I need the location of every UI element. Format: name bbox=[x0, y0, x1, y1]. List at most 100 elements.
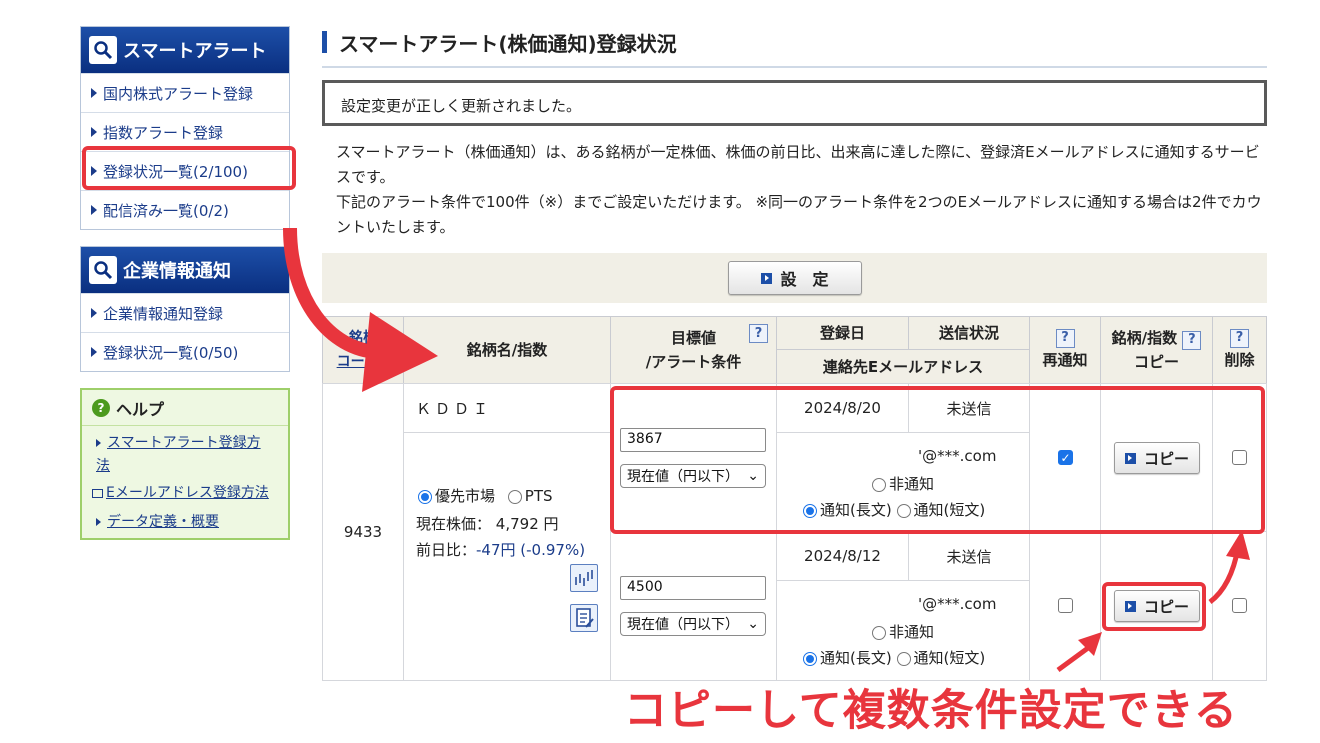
col-header-send-status: 送信状況 bbox=[908, 316, 1030, 350]
title-accent-bar bbox=[322, 31, 327, 53]
row2-condition-value: 現在値（円以下） bbox=[627, 617, 739, 633]
triangle-right-icon bbox=[91, 88, 97, 98]
sidebar-item-label: 登録状況一覧(0/50) bbox=[103, 343, 239, 362]
memo-icon[interactable] bbox=[570, 604, 598, 632]
smart-alert-header[interactable]: スマートアラート bbox=[81, 27, 289, 73]
help-delete-icon[interactable]: ? bbox=[1230, 328, 1249, 348]
radio-pts[interactable] bbox=[507, 489, 522, 504]
current-price-value: 4,792 円 bbox=[495, 515, 559, 533]
help-link-smart-alert[interactable]: スマートアラート登録方法 bbox=[82, 432, 282, 478]
help-copy-icon[interactable]: ? bbox=[1182, 330, 1202, 350]
col-header-renotify-label: 再通知 bbox=[1042, 350, 1088, 369]
sidebar-item-company-list[interactable]: 登録状況一覧(0/50) bbox=[81, 332, 289, 371]
col-header-delete-label: 削除 bbox=[1224, 350, 1255, 369]
radio-primary-market-label: 優先市場 bbox=[435, 487, 496, 505]
triangle-right-icon bbox=[96, 518, 101, 526]
triangle-right-icon bbox=[96, 439, 101, 447]
sidebar-item-domestic-alert[interactable]: 国内株式アラート登録 bbox=[81, 73, 289, 112]
help-renotify-icon[interactable]: ? bbox=[1055, 328, 1075, 348]
help-link-label: データ定義・概要 bbox=[107, 514, 219, 530]
row2-opt-none-group: 非通知 bbox=[872, 621, 934, 642]
row2-target-cell bbox=[610, 531, 777, 681]
company-info-header[interactable]: 企業情報通知 bbox=[81, 247, 289, 293]
row2-radio-short-label: 通知(短文) bbox=[913, 649, 986, 667]
help-link-label: スマートアラート登録方法 bbox=[96, 435, 261, 474]
chevron-down-icon: ⌄ bbox=[747, 616, 759, 632]
col-header-copy-line2: コピー bbox=[1133, 353, 1179, 371]
col-header-email: 連絡先Eメールアドレス bbox=[776, 349, 1030, 384]
row2-target-input[interactable]: 4500 bbox=[620, 576, 766, 600]
current-price-label: 現在株価： bbox=[416, 515, 492, 533]
row2-radio-short[interactable] bbox=[896, 651, 911, 666]
sidebar-item-label: 企業情報通知登録 bbox=[103, 304, 224, 323]
row2-radio-long[interactable] bbox=[803, 651, 817, 666]
help-target-icon[interactable]: ? bbox=[749, 324, 768, 343]
help-panel: ? ヘルプ スマートアラート登録方法 Eメールアドレス登録方法 データ定義・概要 bbox=[80, 388, 290, 540]
row2-delete-checkbox[interactable] bbox=[1232, 598, 1247, 613]
row2-reg-date: 2024/8/12 bbox=[776, 531, 909, 581]
market-radio-group: 優先市場 PTS bbox=[418, 485, 553, 506]
stock-name-cell: ＫＤＤＩ bbox=[403, 383, 611, 433]
help-link-email[interactable]: Eメールアドレス登録方法 bbox=[82, 482, 288, 505]
play-icon bbox=[761, 272, 773, 284]
help-title: ヘルプ bbox=[116, 399, 165, 419]
set-button-label: 設 定 bbox=[780, 270, 829, 289]
row2-email: '@***.com bbox=[918, 595, 997, 613]
row2-radio-long-label: 通知(長文) bbox=[820, 649, 892, 667]
highlight-row2-copy bbox=[1102, 582, 1206, 631]
highlight-registration-list bbox=[82, 146, 296, 190]
help-question-icon: ? bbox=[92, 398, 110, 417]
search-icon bbox=[89, 36, 117, 64]
title-divider bbox=[322, 66, 1267, 68]
triangle-right-icon bbox=[91, 205, 97, 215]
price-change-value: -47円 bbox=[476, 541, 516, 559]
price-change-pct: (-0.97%) bbox=[520, 541, 586, 559]
col-header-reg-date: 登録日 bbox=[776, 316, 909, 350]
current-price: 現在株価： 4,792 円 bbox=[416, 513, 559, 534]
radio-primary-market[interactable] bbox=[418, 489, 432, 504]
success-message: 設定変更が正しく更新されました。 bbox=[322, 80, 1267, 126]
sidebar-item-label: 配信済み一覧(0/2) bbox=[103, 201, 229, 220]
row2-email-cell: '@***.com 非通知 通知(長文) 通知(短文) bbox=[776, 580, 1030, 681]
stock-code-cell: 9433 bbox=[322, 383, 404, 681]
row2-renotify-checkbox[interactable] bbox=[1058, 598, 1073, 613]
page-title-text: スマートアラート(株価通知)登録状況 bbox=[339, 31, 677, 56]
description-paragraph-1: スマートアラート（株価通知）は、ある銘柄が一定株価、株価の前日比、出来高に達した… bbox=[336, 143, 1260, 186]
search-icon bbox=[89, 256, 117, 284]
col-header-renotify: ? 再通知 bbox=[1029, 316, 1101, 384]
help-header: ? ヘルプ bbox=[82, 390, 288, 426]
stock-info-cell: 優先市場 PTS 現在株価： 4,792 円 前日比：-47円 (-0.97%) bbox=[403, 432, 611, 681]
col-header-name: 銘柄名/指数 bbox=[403, 316, 611, 384]
triangle-right-icon bbox=[91, 308, 97, 318]
col-header-copy: 銘柄/指数 ? コピー bbox=[1100, 316, 1213, 384]
sidebar-item-company-register[interactable]: 企業情報通知登録 bbox=[81, 293, 289, 332]
stock-code: 9433 bbox=[343, 523, 383, 541]
triangle-right-icon bbox=[91, 127, 97, 137]
help-link-data-definition[interactable]: データ定義・概要 bbox=[82, 511, 288, 534]
set-button[interactable]: 設 定 bbox=[728, 261, 862, 295]
company-info-title: 企業情報通知 bbox=[123, 261, 231, 282]
row2-radio-none-label: 非通知 bbox=[889, 623, 935, 641]
price-change: 前日比：-47円 (-0.97%) bbox=[416, 539, 585, 560]
sidebar-item-label: 指数アラート登録 bbox=[103, 123, 224, 142]
sidebar-item-delivered-list[interactable]: 配信済み一覧(0/2) bbox=[81, 190, 289, 229]
row2-opt-notify-group: 通知(長文) 通知(短文) bbox=[803, 647, 985, 668]
radio-pts-label: PTS bbox=[524, 487, 553, 505]
row2-condition-select[interactable]: 現在値（円以下） ⌄ bbox=[620, 612, 766, 636]
description-paragraph-2: 下記のアラート条件で100件（※）までご設定いただけます。 ※同一のアラート条件… bbox=[336, 193, 1262, 236]
col-header-code: 銘柄 コード▲ bbox=[322, 316, 404, 384]
sort-code-link-2[interactable]: コード▲ bbox=[337, 350, 390, 374]
sort-code-link[interactable]: 銘柄 bbox=[349, 326, 377, 350]
triangle-right-icon bbox=[91, 347, 97, 357]
smart-alert-menu: スマートアラート 国内株式アラート登録 指数アラート登録 登録状況一覧(2/10… bbox=[80, 26, 290, 230]
window-icon bbox=[92, 488, 103, 498]
description: スマートアラート（株価通知）は、ある銘柄が一定株価、株価の前日比、出来高に達した… bbox=[336, 140, 1266, 240]
col-header-copy-text: 銘柄/指数 bbox=[1111, 329, 1178, 347]
stock-name: ＫＤＤＩ bbox=[416, 400, 493, 418]
col-header-copy-line1: 銘柄/指数 ? bbox=[1112, 326, 1202, 350]
annotation-caption: コピーして複数条件設定できる bbox=[624, 686, 1238, 736]
col-header-target-line1: 目標値 bbox=[670, 329, 716, 347]
page-title: スマートアラート(株価通知)登録状況 bbox=[322, 28, 677, 56]
row2-radio-none[interactable] bbox=[872, 625, 886, 640]
chart-icon[interactable] bbox=[570, 564, 598, 592]
